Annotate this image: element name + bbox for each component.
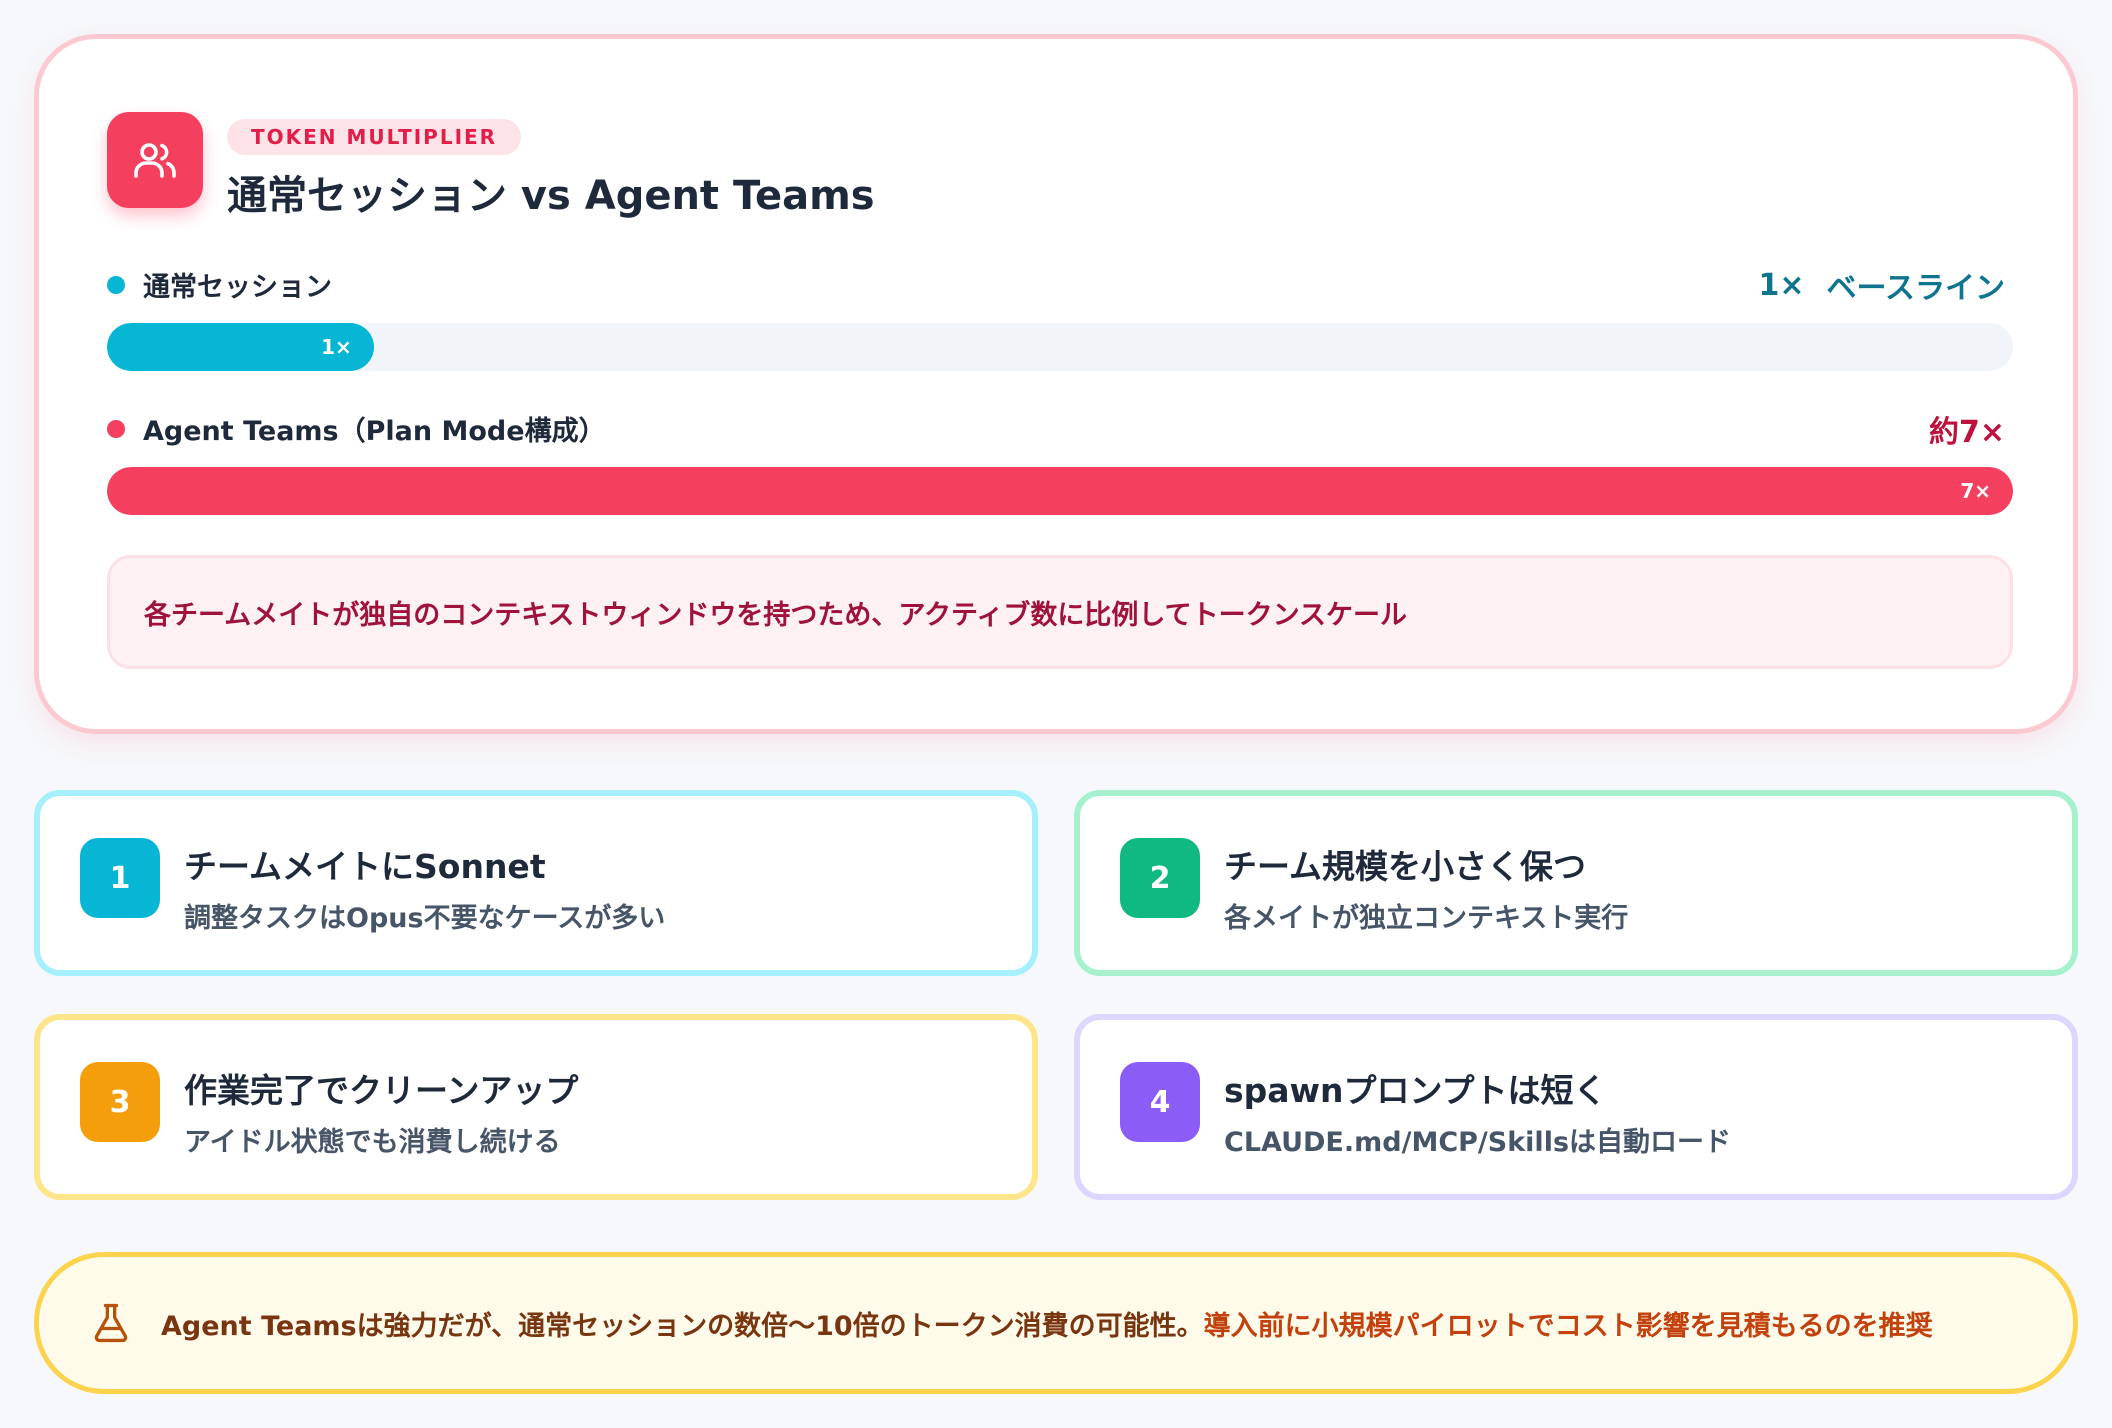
tip-number-badge: 1 xyxy=(80,838,160,918)
normal-session-dot xyxy=(107,275,125,294)
page: TOKEN MULTIPLIER 通常セッション vs Agent Teams … xyxy=(0,0,2112,1428)
tip-description: アイドル状態でも消費し続ける xyxy=(184,1127,561,1158)
normal-session-bar-fill: 1× xyxy=(107,323,374,371)
tip-description: 各メイトが独立コンテキスト実行 xyxy=(1224,903,1629,934)
scaling-note: 各チームメイトが独自のコンテキストウィンドウを持つため、アクティブ数に比例してト… xyxy=(107,555,2013,669)
users-icon xyxy=(107,112,203,208)
tip-title: チーム規模を小さく保つ xyxy=(1224,847,1587,886)
warning-recommendation: 導入前に小規模パイロットでコスト影響を見積もるのを推奨 xyxy=(1203,1310,1933,1342)
baseline-label: ベースライン xyxy=(1826,271,2006,306)
category-tag: TOKEN MULTIPLIER xyxy=(227,119,522,155)
tip-card-3: 3 作業完了でクリーンアップ アイドル状態でも消費し続ける xyxy=(34,1014,1038,1200)
normal-session-bar-track: 1× xyxy=(107,323,2013,371)
tip-description: 調整タスクはOpus不要なケースが多い xyxy=(184,903,666,934)
token-multiplier-card: TOKEN MULTIPLIER 通常セッション vs Agent Teams … xyxy=(34,34,2078,734)
tip-number-badge: 2 xyxy=(1120,838,1200,918)
normal-session-value-row: 1× ベースライン xyxy=(1758,263,2005,307)
agent-teams-dot xyxy=(107,419,125,438)
tip-card-2: 2 チーム規模を小さく保つ 各メイトが独立コンテキスト実行 xyxy=(1074,790,2078,976)
normal-session-multiplier: 1× xyxy=(1758,267,1805,303)
flask-icon xyxy=(94,1303,128,1343)
tip-title: チームメイトにSonnet xyxy=(184,847,546,886)
card-title: 通常セッション vs Agent Teams xyxy=(227,173,875,219)
tip-title: 作業完了でクリーンアップ xyxy=(184,1071,579,1110)
cost-warning-banner: Agent Teamsは強力だが、通常セッションの数倍〜10倍のトークン消費の可… xyxy=(34,1252,2078,1394)
normal-session-label: 通常セッション xyxy=(143,272,332,303)
agent-teams-label-row: Agent Teams（Plan Mode構成） xyxy=(107,409,606,448)
tip-card-4: 4 spawnプロンプトは短く CLAUDE.md/MCP/Skillsは自動ロ… xyxy=(1074,1014,2078,1200)
agent-teams-bar-track: 7× xyxy=(107,467,2013,515)
normal-session-bar-label: 1× xyxy=(321,335,352,359)
tip-card-1: 1 チームメイトにSonnet 調整タスクはOpus不要なケースが多い xyxy=(34,790,1038,976)
warning-text: Agent Teamsは強力だが、通常セッションの数倍〜10倍のトークン消費の可… xyxy=(161,1310,1204,1342)
agent-teams-multiplier: 約7× xyxy=(1928,415,2005,450)
tip-description: CLAUDE.md/MCP/Skillsは自動ロード xyxy=(1224,1127,1732,1158)
tip-title: spawnプロンプトは短く xyxy=(1224,1071,1607,1110)
agent-teams-value-row: 約7× xyxy=(1929,407,2005,451)
agent-teams-bar-fill: 7× xyxy=(107,467,2013,515)
agent-teams-bar-label: 7× xyxy=(1960,479,1991,503)
normal-session-label-row: 通常セッション xyxy=(107,265,332,304)
tip-number-badge: 4 xyxy=(1120,1062,1200,1142)
tip-number-badge: 3 xyxy=(80,1062,160,1142)
scaling-note-text: 各チームメイトが独自のコンテキストウィンドウを持つため、アクティブ数に比例してト… xyxy=(144,599,1408,631)
agent-teams-label: Agent Teams（Plan Mode構成） xyxy=(143,416,606,447)
